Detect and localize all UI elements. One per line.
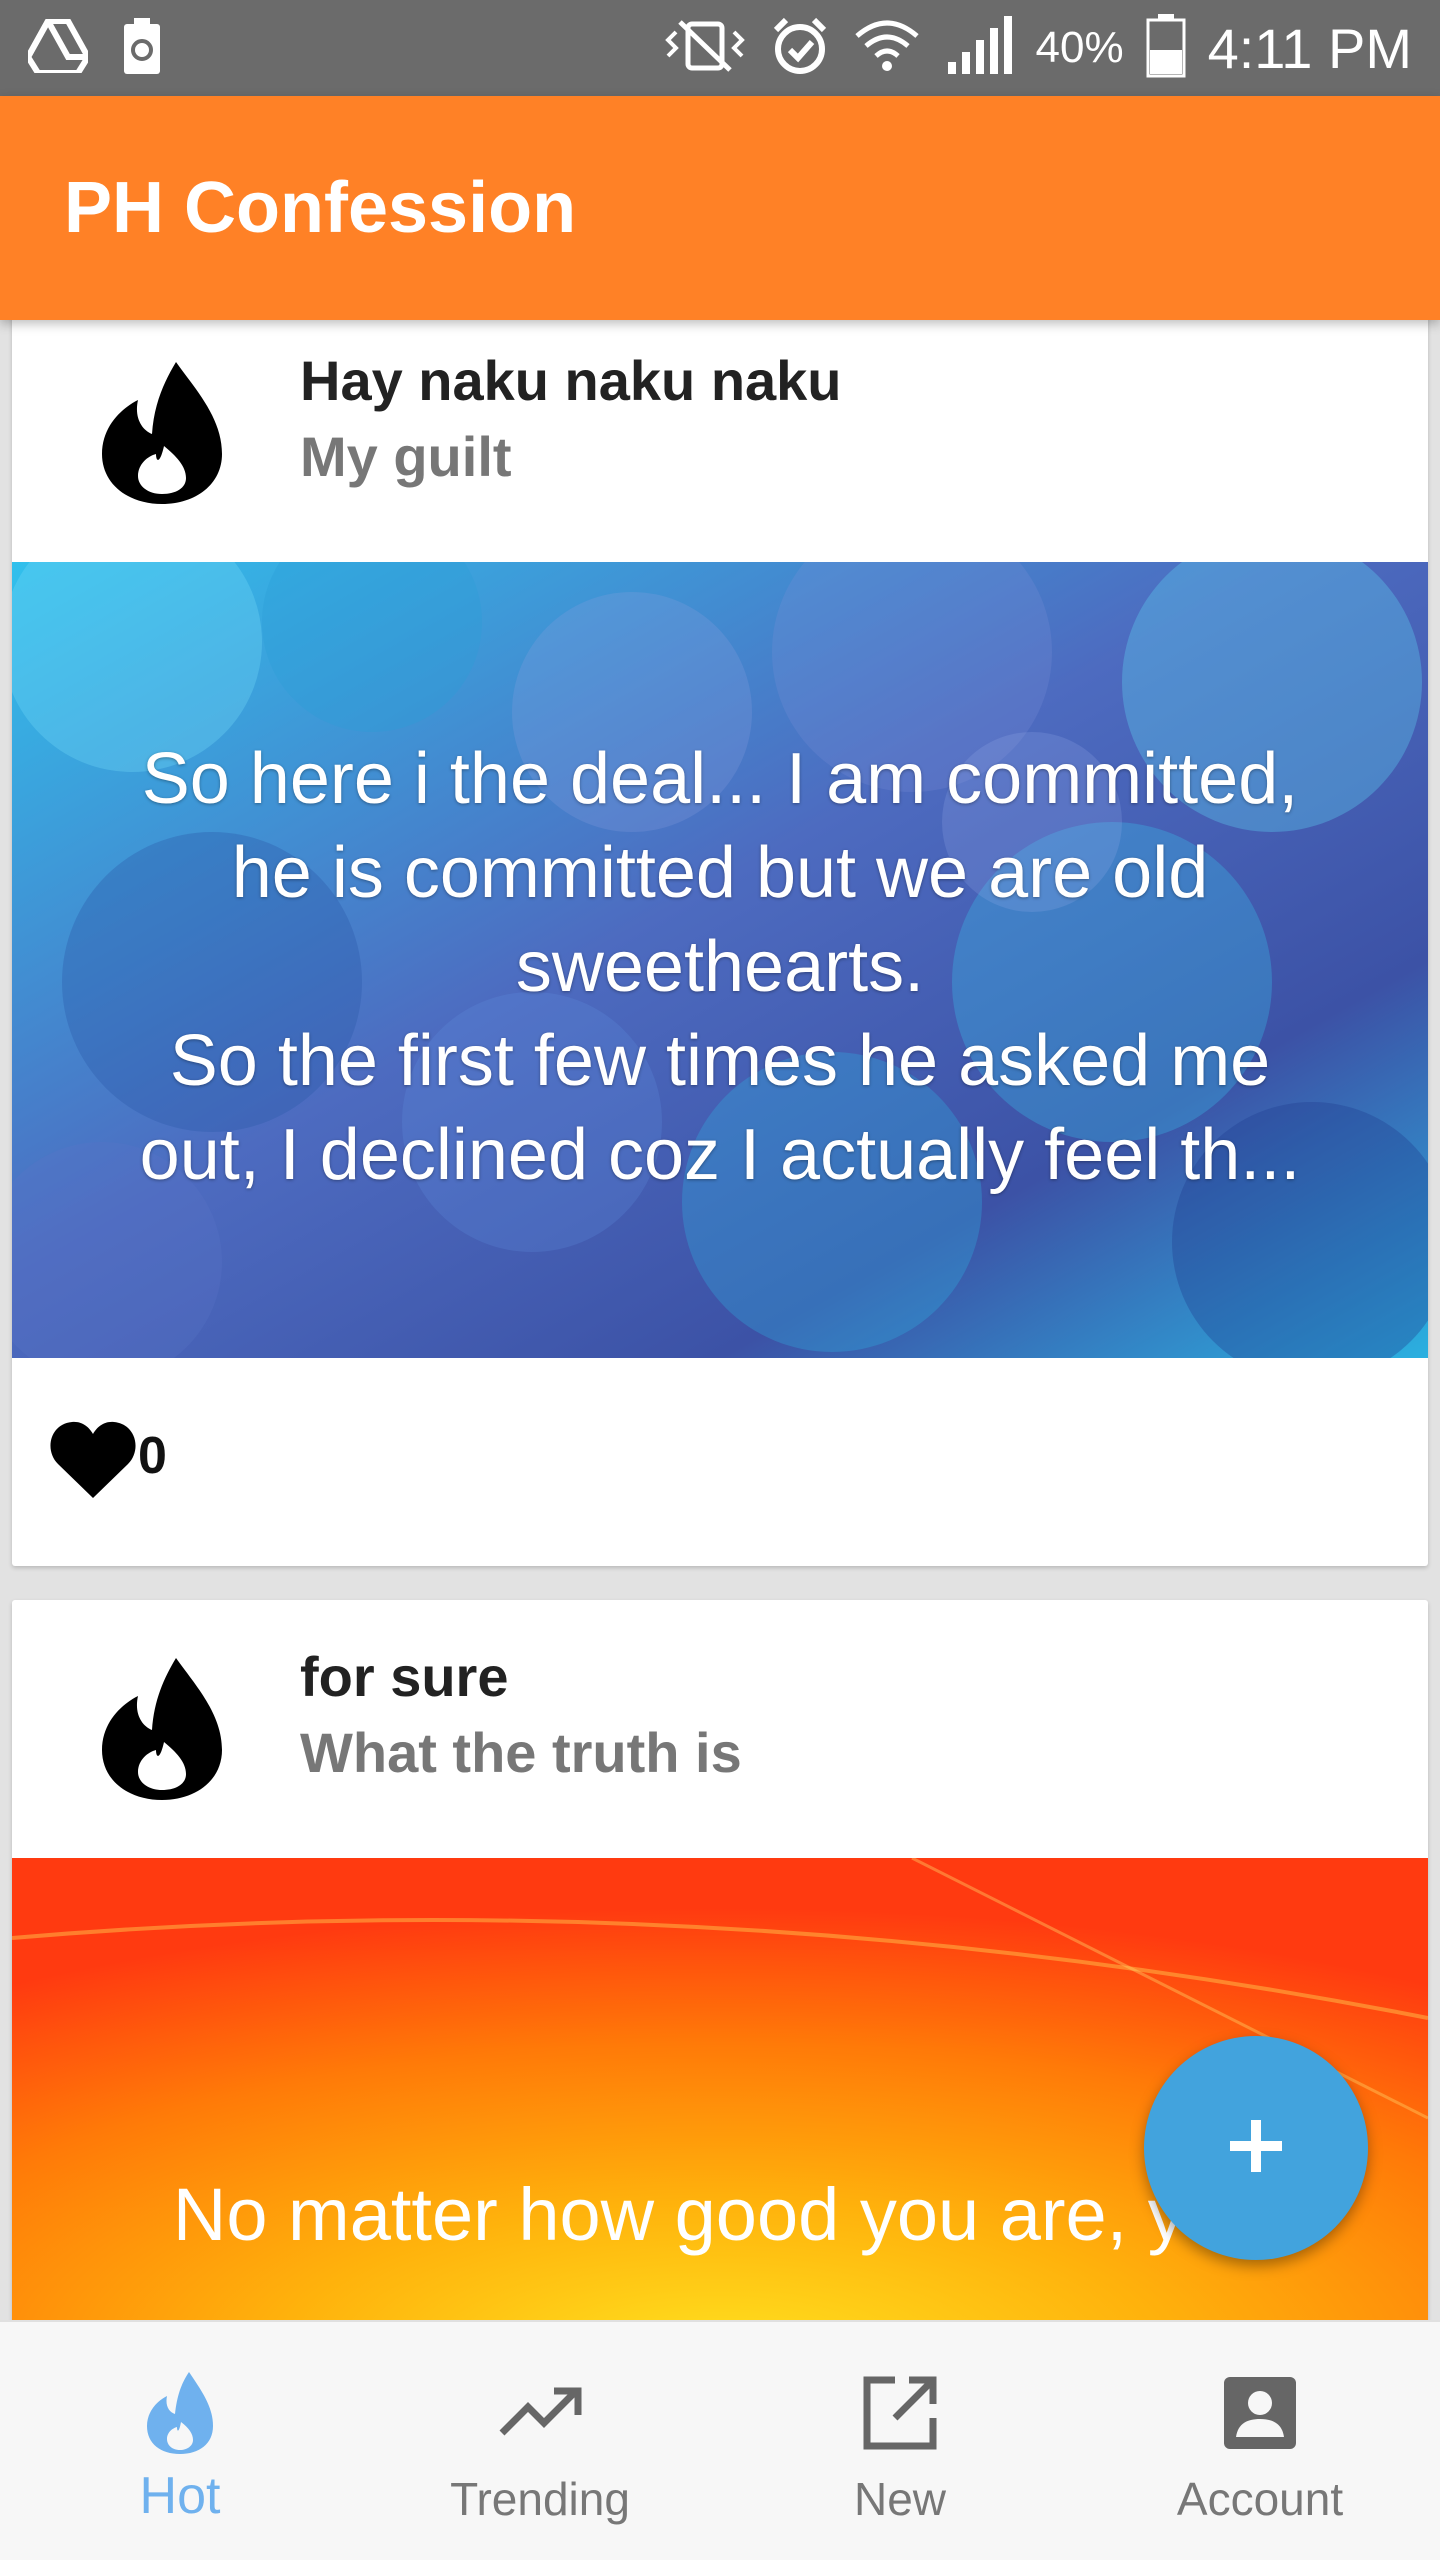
nav-label: New	[853, 2473, 947, 2525]
nav-item-hot[interactable]: Hot	[0, 2322, 360, 2560]
heart-icon[interactable]	[48, 1418, 138, 1502]
post-body-line: he is committed but we are old	[231, 833, 1209, 913]
vibrate-icon	[662, 18, 748, 79]
battery-percent: 40%	[1035, 23, 1124, 72]
nav-item-account[interactable]: Account	[1080, 2322, 1440, 2560]
app-bar: PH Confession	[0, 96, 1440, 320]
nav-item-new[interactable]: New	[720, 2322, 1080, 2560]
flame-icon	[135, 2368, 225, 2458]
open-in-new-icon	[855, 2368, 945, 2458]
drive-icon	[24, 17, 92, 78]
nav-label: Account	[1176, 2473, 1344, 2525]
trending-up-icon	[495, 2368, 585, 2458]
like-count: 0	[138, 1427, 167, 1485]
post-subtitle: My guilt	[300, 425, 512, 488]
post-body-line: sweethearts.	[515, 927, 925, 1007]
account-box-icon	[1215, 2368, 1305, 2458]
plus-icon	[1226, 2116, 1286, 2181]
post-body-line: So the first few times he asked me	[169, 1021, 1271, 1101]
post-card[interactable]: Hay naku naku naku My guilt So here i th…	[12, 320, 1428, 1566]
status-left	[24, 16, 162, 81]
status-right: 40% 4:11 PM	[662, 13, 1412, 83]
post-title: for sure	[300, 1645, 509, 1708]
nav-item-trending[interactable]: Trending	[360, 2322, 720, 2560]
post-body-line: So here i the deal... I am committed,	[141, 739, 1299, 819]
post-image[interactable]: So here i the deal... I am committed, he…	[12, 562, 1428, 1358]
signal-icon	[944, 15, 1014, 81]
nav-label: Hot	[139, 2467, 221, 2525]
status-time: 4:11 PM	[1207, 16, 1412, 80]
post-footer: 0	[12, 1358, 1428, 1566]
flame-icon	[98, 360, 226, 506]
confession-feed[interactable]: Hay naku naku naku My guilt So here i th…	[0, 320, 1440, 2320]
bottom-navigation: Hot Trending New Account	[0, 2320, 1440, 2560]
nav-label: Trending	[450, 2473, 630, 2525]
battery-icon	[1146, 13, 1186, 83]
post-header: for sure What the truth is	[12, 1600, 1428, 1858]
post-body-line: out, I declined coz I actually feel th..…	[139, 1115, 1301, 1195]
app-title: PH Confession	[64, 168, 577, 248]
recycle-icon	[122, 16, 162, 81]
alarm-icon	[770, 16, 830, 81]
wifi-icon	[852, 16, 922, 81]
add-confession-button[interactable]	[1144, 2036, 1368, 2260]
post-subtitle: What the truth is	[300, 1721, 742, 1784]
flame-icon	[98, 1656, 226, 1802]
post-body: So here i the deal... I am committed, he…	[72, 732, 1368, 1202]
post-title: Hay naku naku naku	[300, 349, 842, 412]
status-bar: 40% 4:11 PM	[0, 0, 1440, 96]
post-header: Hay naku naku naku My guilt	[12, 320, 1428, 562]
